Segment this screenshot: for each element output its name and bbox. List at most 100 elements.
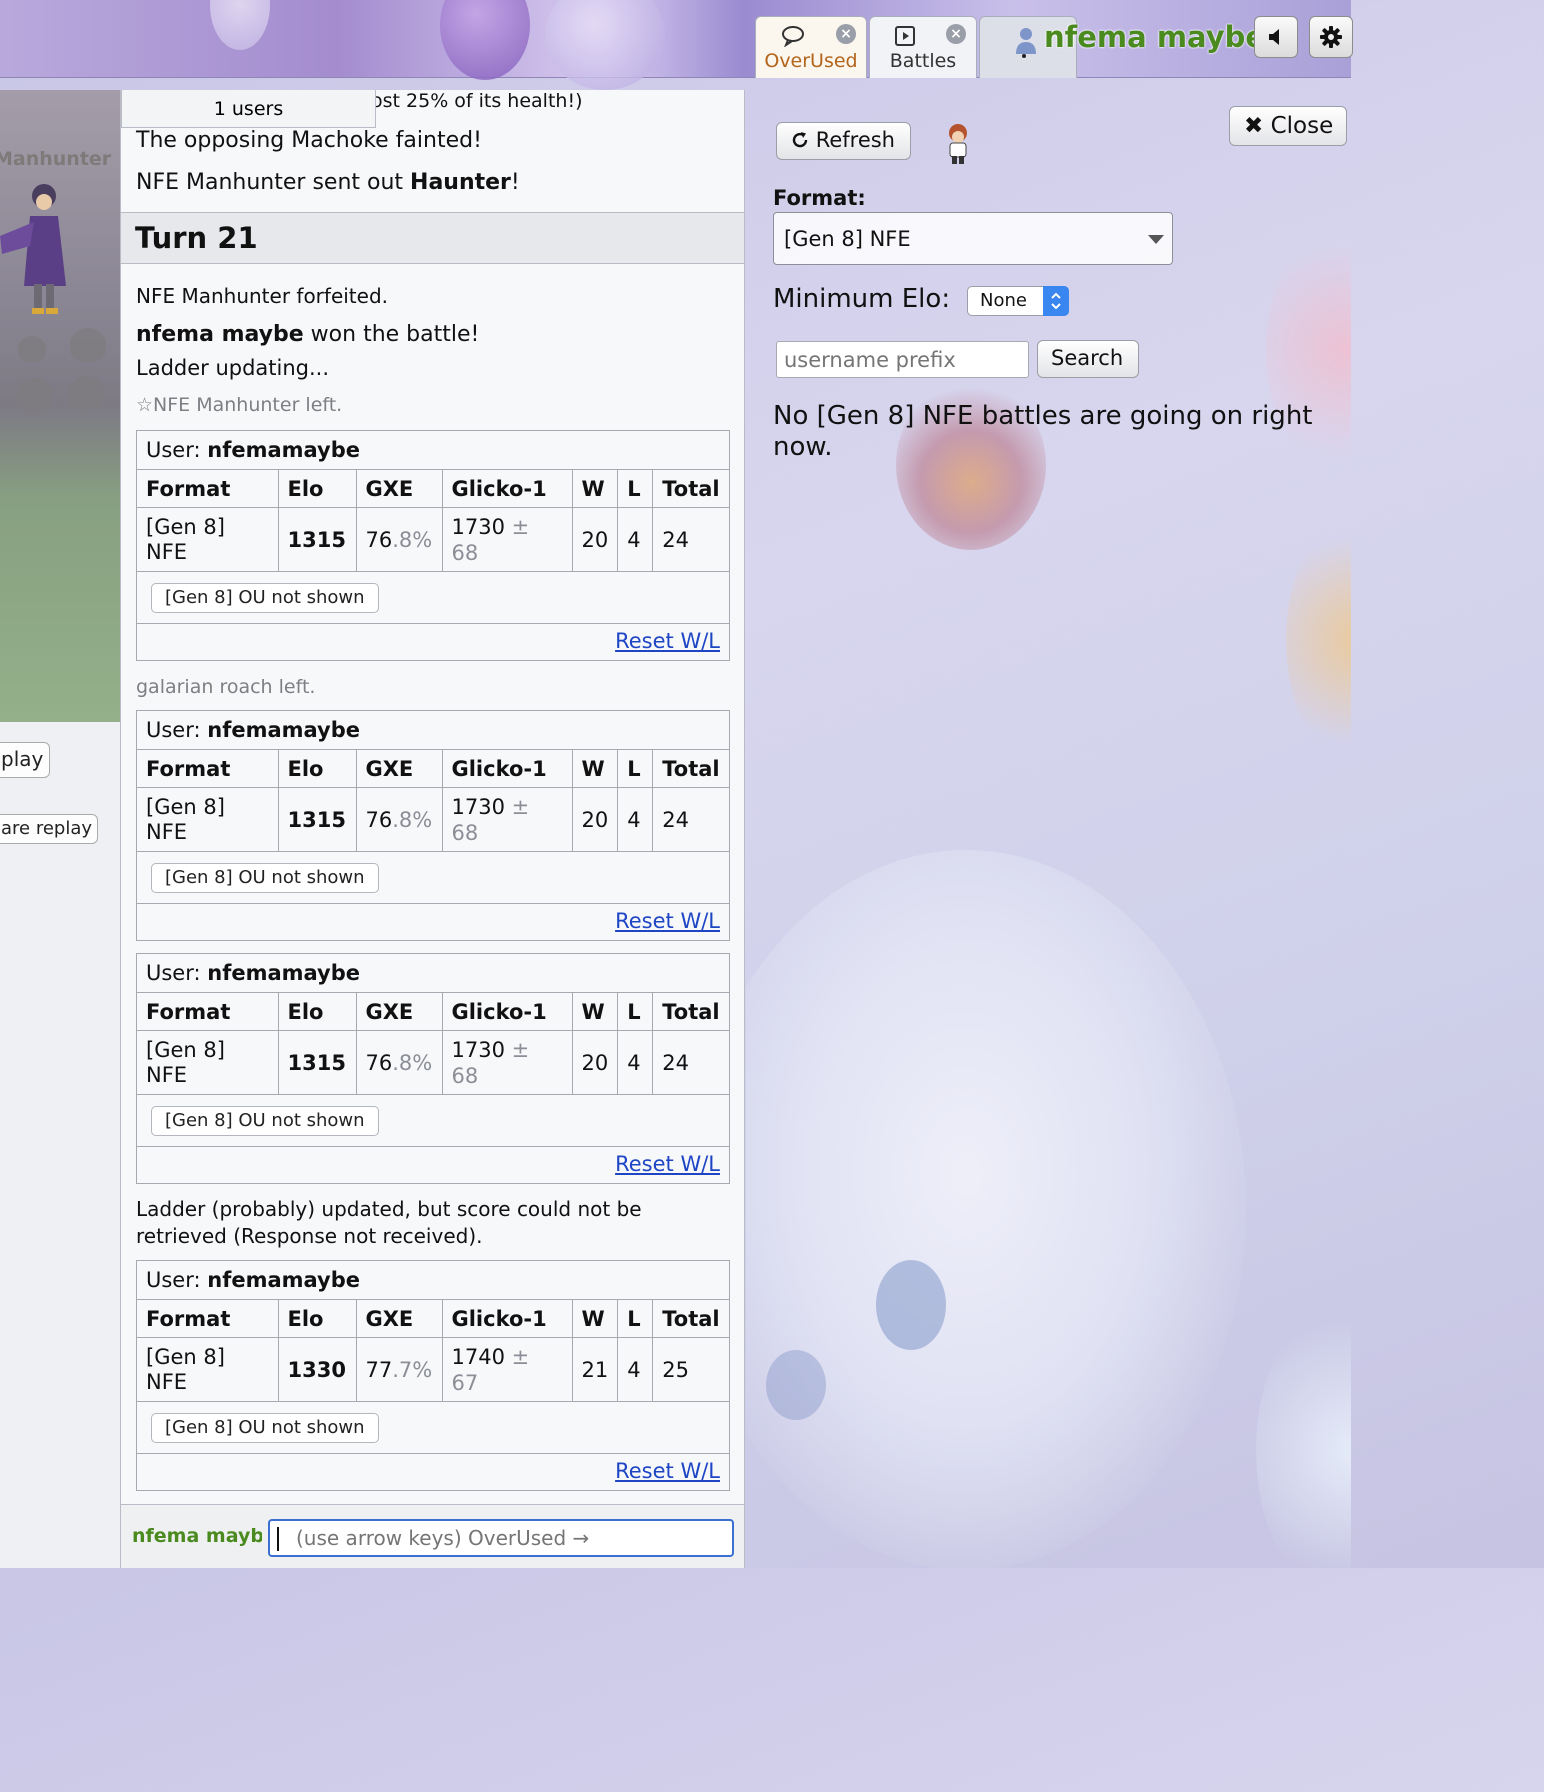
col-header: Total xyxy=(652,1299,729,1338)
reset-row: Reset W/L xyxy=(137,624,729,660)
speaker-icon xyxy=(1269,29,1279,45)
party-slot-icon xyxy=(70,328,106,362)
wins-cell: 20 xyxy=(571,787,619,852)
log-line: The opposing Machoke fainted! xyxy=(136,128,482,153)
rank-username: nfemamaybe xyxy=(207,718,361,742)
rank-box: User: nfemamaybe Format Elo GXE Glicko-1… xyxy=(136,710,730,941)
rank-button-row: [Gen 8] OU not shown xyxy=(137,852,729,904)
glicko-cell: 1730 ±68 xyxy=(441,787,573,852)
glicko-cell: 1730 ±68 xyxy=(441,507,573,572)
tab-battles[interactable]: × Battles xyxy=(869,16,977,78)
reset-wl-link[interactable]: Reset W/L xyxy=(615,629,720,653)
format-cell: [Gen 8] NFE xyxy=(137,1030,279,1095)
col-header: L xyxy=(617,749,654,788)
trainer-sprite xyxy=(0,184,66,314)
col-header: Glicko-1 xyxy=(441,749,573,788)
min-elo-select[interactable]: None xyxy=(967,286,1069,316)
reset-wl-link[interactable]: Reset W/L xyxy=(615,1459,720,1483)
glicko-pm: ± xyxy=(511,514,530,539)
rank-box: User: nfemamaybe Format Elo GXE Glicko-1… xyxy=(136,1260,730,1491)
rank-username: nfemamaybe xyxy=(207,438,361,462)
chevron-down-icon xyxy=(1148,235,1164,244)
glicko-deviation: 68 xyxy=(451,820,479,845)
replay-button[interactable]: play xyxy=(0,742,50,778)
share-replay-button[interactable]: are replay xyxy=(0,814,98,844)
glicko-deviation: 68 xyxy=(451,1063,479,1088)
losses-cell: 4 xyxy=(617,507,654,572)
glicko-deviation: 67 xyxy=(451,1370,479,1395)
total-cell: 25 xyxy=(652,1337,729,1402)
rank-box: User: nfemamaybe Format Elo GXE Glicko-1… xyxy=(136,953,730,1184)
total-cell: 24 xyxy=(652,1030,729,1095)
header-background-art xyxy=(440,0,530,80)
header-background-art xyxy=(210,0,270,50)
background-art xyxy=(766,1350,826,1420)
format-not-shown-button[interactable]: [Gen 8] OU not shown xyxy=(151,583,379,613)
losses-cell: 4 xyxy=(617,1030,654,1095)
close-tab-overused-icon[interactable]: × xyxy=(836,24,856,44)
search-button[interactable]: Search xyxy=(1037,340,1139,378)
rank-table: Format Elo GXE Glicko-1 W L Total [Gen 8… xyxy=(137,749,729,852)
party-slot-icon xyxy=(18,336,46,362)
elo-cell: 1315 xyxy=(277,507,357,572)
gxe-decimal: .8% xyxy=(392,1050,433,1075)
glicko-pm: ± xyxy=(511,1037,530,1062)
close-tab-battles-icon[interactable]: × xyxy=(946,24,966,44)
users-count-badge[interactable]: 1 users xyxy=(121,90,376,128)
elo-cell: 1330 xyxy=(277,1337,357,1402)
play-box-icon xyxy=(895,26,915,46)
log-text: won the battle! xyxy=(303,322,480,347)
col-header: Format xyxy=(137,992,279,1031)
select-arrows-icon xyxy=(1043,286,1069,316)
battle-log[interactable]: 1 users ost 25% of its health!) The oppo… xyxy=(120,90,745,1568)
col-header: Elo xyxy=(277,992,357,1031)
opponent-trainer-name: Manhunter xyxy=(0,148,112,170)
format-not-shown-button[interactable]: [Gen 8] OU not shown xyxy=(151,1106,379,1136)
top-header: × OverUsed × Battles nfema maybe xyxy=(0,0,1353,90)
format-select[interactable]: [Gen 8] NFE xyxy=(773,212,1173,265)
col-header: W xyxy=(571,992,619,1031)
format-not-shown-button[interactable]: [Gen 8] OU not shown xyxy=(151,1413,379,1443)
log-line: ost 25% of its health!) xyxy=(371,90,583,112)
sound-button[interactable] xyxy=(1254,16,1298,58)
battle-field: Manhunter xyxy=(0,90,120,722)
chat-input[interactable] xyxy=(268,1519,734,1557)
username-prefix-input[interactable] xyxy=(776,341,1029,378)
user-label: User: xyxy=(146,1268,201,1292)
close-button[interactable]: ✖ Close xyxy=(1229,106,1347,146)
no-battles-message: No [Gen 8] NFE battles are going on righ… xyxy=(773,401,1313,462)
gxe-value: 76 xyxy=(365,1050,393,1075)
format-not-shown-button[interactable]: [Gen 8] OU not shown xyxy=(151,863,379,893)
refresh-button[interactable]: Refresh xyxy=(776,122,911,160)
rank-user-row: User: nfemamaybe xyxy=(137,431,729,469)
col-header: Format xyxy=(137,1299,279,1338)
glicko-cell: 1730 ±68 xyxy=(441,1030,573,1095)
reset-wl-link[interactable]: Reset W/L xyxy=(615,1152,720,1176)
rank-user-row: User: nfemamaybe xyxy=(137,954,729,992)
party-slot-icon xyxy=(68,376,104,410)
turn-header: Turn 21 xyxy=(121,212,744,264)
refresh-label: Refresh xyxy=(815,128,895,152)
reset-wl-link[interactable]: Reset W/L xyxy=(615,909,720,933)
col-header: GXE xyxy=(355,992,443,1031)
tab-overused[interactable]: × OverUsed xyxy=(755,16,867,78)
rank-table: Format Elo GXE Glicko-1 W L Total [Gen 8… xyxy=(137,992,729,1095)
rank-box: User: nfemamaybe Format Elo GXE Glicko-1… xyxy=(136,430,730,661)
background-art xyxy=(876,1260,946,1350)
rank-button-row: [Gen 8] OU not shown xyxy=(137,1402,729,1454)
col-header: Glicko-1 xyxy=(441,469,573,508)
settings-button[interactable] xyxy=(1309,16,1353,58)
col-header: GXE xyxy=(355,749,443,788)
reset-row: Reset W/L xyxy=(137,904,729,940)
glicko-value: 1730 xyxy=(451,794,505,819)
log-line: NFE Manhunter sent out Haunter! xyxy=(136,170,520,195)
log-line: NFE Manhunter forfeited. xyxy=(136,284,389,308)
total-cell: 24 xyxy=(652,507,729,572)
rank-username: nfemamaybe xyxy=(207,961,361,985)
col-header: Total xyxy=(652,749,729,788)
gxe-value: 76 xyxy=(365,807,393,832)
gxe-decimal: .8% xyxy=(392,527,433,552)
gxe-cell: 76.8% xyxy=(355,787,443,852)
col-header: Elo xyxy=(277,1299,357,1338)
gxe-cell: 76.8% xyxy=(355,507,443,572)
